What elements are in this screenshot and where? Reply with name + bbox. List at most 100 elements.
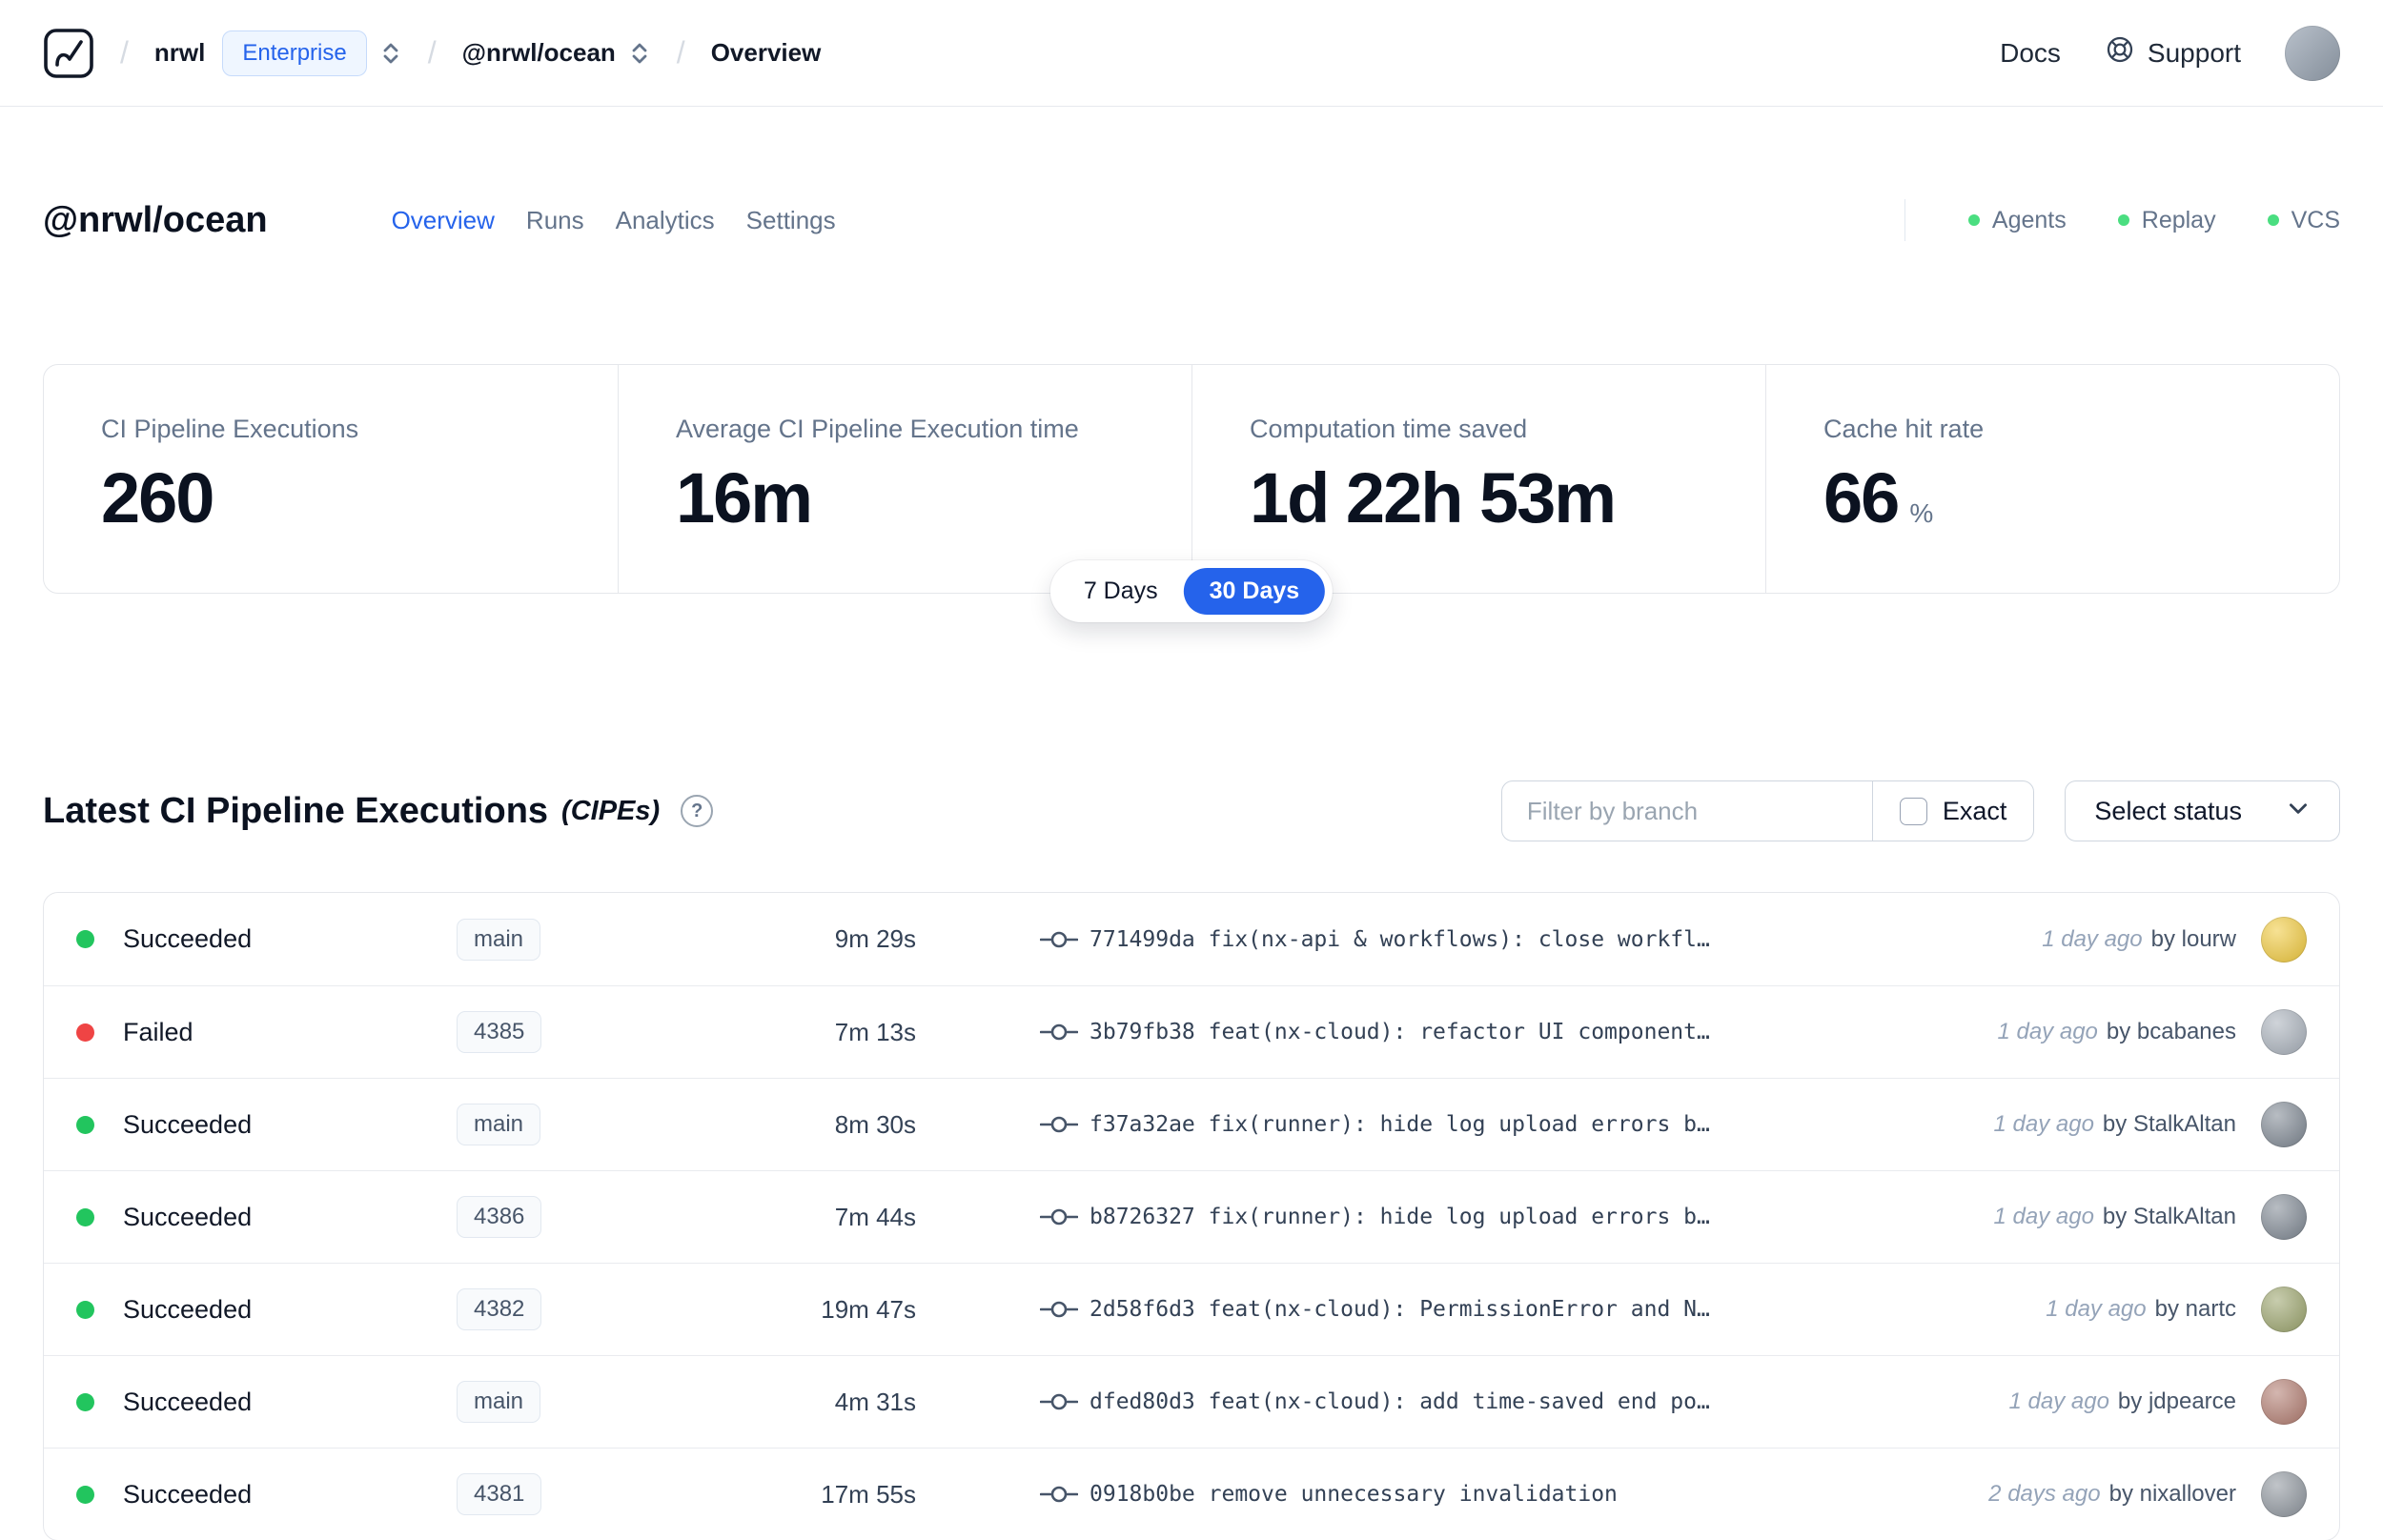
commit-message[interactable]: b8726327 fix(runner): hide log upload er… — [1090, 1205, 1971, 1229]
cipe-table: Succeeded main 9m 29s 771499da fix(nx-ap… — [43, 892, 2340, 1540]
workspace-tabs: Overview Runs Analytics Settings — [392, 206, 836, 235]
range-option-30-days[interactable]: 30 Days — [1183, 568, 1326, 615]
stat-card-average-execution-time: Average CI Pipeline Execution time 16m — [618, 365, 1192, 593]
avatar[interactable] — [2261, 1379, 2307, 1425]
integration-replay[interactable]: Replay — [2117, 206, 2216, 234]
avatar[interactable] — [2261, 1009, 2307, 1055]
table-row[interactable]: Succeeded main 8m 30s f37a32ae fix(runne… — [44, 1078, 2339, 1170]
table-row[interactable]: Succeeded 4382 19m 47s 2d58f6d3 feat(nx-… — [44, 1263, 2339, 1355]
branch-cell: 4386 — [457, 1196, 744, 1238]
stat-card-cache-hit-rate: Cache hit rate 66 % — [1765, 365, 2339, 593]
time-ago: 1 day ago — [1993, 1111, 2094, 1137]
cipe-status: Succeeded — [123, 1109, 253, 1139]
avatar[interactable] — [2261, 1471, 2307, 1517]
cipe-table-body: Succeeded main 9m 29s 771499da fix(nx-ap… — [44, 893, 2339, 1540]
breadcrumb-workspace[interactable]: @nrwl/ocean — [462, 38, 616, 68]
cipe-duration: 9m 29s — [834, 924, 916, 953]
author: by nartc — [2154, 1296, 2236, 1322]
navbar-right: Docs Support — [2000, 25, 2340, 81]
commit-message[interactable]: 3b79fb38 feat(nx-cloud): refactor UI com… — [1090, 1020, 1974, 1044]
stat-label: Average CI Pipeline Execution time — [676, 415, 1079, 443]
nx-cloud-logo-icon[interactable] — [43, 28, 94, 79]
stat-label: CI Pipeline Executions — [101, 415, 359, 443]
support-link[interactable]: Support — [2105, 34, 2241, 71]
tab-settings[interactable]: Settings — [746, 206, 836, 235]
author: by bcabanes — [2106, 1019, 2236, 1044]
table-row[interactable]: Succeeded 4381 17m 55s 0918b0be remove u… — [44, 1448, 2339, 1540]
git-commit-icon — [1040, 1113, 1078, 1136]
workspace-header: @nrwl/ocean Overview Runs Analytics Sett… — [0, 192, 2383, 248]
branch-badge[interactable]: main — [457, 1104, 541, 1145]
workspace-title: @nrwl/ocean — [43, 199, 268, 240]
lifebuoy-icon — [2105, 34, 2135, 71]
breadcrumb-separator: / — [120, 35, 129, 70]
cipes-heading-row: Latest CI Pipeline Executions (CIPEs) ? … — [0, 780, 2383, 842]
table-row[interactable]: Succeeded main 4m 31s dfed80d3 feat(nx-c… — [44, 1355, 2339, 1448]
workspace-switcher-chevrons-icon[interactable] — [628, 40, 651, 67]
table-row[interactable]: Failed 4385 7m 13s 3b79fb38 feat(nx-clou… — [44, 985, 2339, 1078]
branch-filter-input[interactable] — [1501, 781, 1872, 841]
commit-message[interactable]: 0918b0be remove unnecessary invalidation — [1090, 1482, 1965, 1507]
commit-hash: 771499da — [1090, 926, 1195, 952]
row-meta: 1 day ago by nartc — [2046, 1296, 2236, 1323]
breadcrumb-separator: / — [427, 35, 437, 70]
author: by StalkAltan — [2102, 1204, 2236, 1229]
exact-toggle[interactable]: Exact — [1871, 781, 2034, 841]
tab-runs[interactable]: Runs — [526, 206, 584, 235]
range-option-7-days[interactable]: 7 Days — [1058, 568, 1184, 615]
stat-value: 66 — [1823, 458, 1900, 537]
status-dot-icon — [1967, 214, 1980, 226]
org-switcher-chevrons-icon[interactable] — [379, 40, 402, 67]
commit-message[interactable]: dfed80d3 feat(nx-cloud): add time-saved … — [1090, 1389, 1986, 1414]
date-range-toggle: 7 Days 30 Days — [1049, 560, 1334, 622]
integration-agents[interactable]: Agents — [1967, 207, 2067, 234]
section-title: Latest CI Pipeline Executions — [43, 790, 549, 831]
table-row[interactable]: Succeeded main 9m 29s 771499da fix(nx-ap… — [44, 893, 2339, 985]
breadcrumb-separator: / — [676, 35, 685, 70]
tab-overview[interactable]: Overview — [392, 206, 495, 235]
breadcrumb-org[interactable]: nrwl — [154, 38, 205, 68]
table-row[interactable]: Succeeded 4386 7m 44s b8726327 fix(runne… — [44, 1170, 2339, 1263]
docs-link[interactable]: Docs — [2000, 38, 2061, 69]
tab-analytics[interactable]: Analytics — [616, 206, 715, 235]
enterprise-badge: Enterprise — [222, 30, 367, 76]
commit-hash: 2d58f6d3 — [1090, 1297, 1195, 1322]
branch-badge[interactable]: 4385 — [457, 1011, 542, 1053]
integration-vcs[interactable]: VCS — [2267, 207, 2340, 234]
avatar[interactable] — [2261, 1287, 2307, 1332]
help-icon[interactable]: ? — [681, 795, 714, 827]
git-commit-icon — [1040, 1206, 1078, 1228]
page: / nrwl Enterprise / @nrwl/ocean / Overvi… — [0, 0, 2383, 1540]
avatar[interactable] — [2261, 1194, 2307, 1240]
commit-message[interactable]: f37a32ae fix(runner): hide log upload er… — [1090, 1112, 1971, 1137]
branch-badge[interactable]: 4382 — [457, 1288, 542, 1330]
branch-badge[interactable]: 4386 — [457, 1196, 542, 1238]
user-avatar[interactable] — [2285, 25, 2340, 81]
branch-cell: 4382 — [457, 1288, 744, 1330]
commit-subject: fix(runner): hide log upload errors b… — [1208, 1205, 1710, 1229]
section-title-suffix: (CIPEs) — [561, 795, 661, 826]
chevron-down-icon — [2286, 796, 2311, 827]
commit-hash: f37a32ae — [1090, 1112, 1195, 1137]
time-ago: 1 day ago — [2046, 1296, 2147, 1322]
avatar[interactable] — [2261, 916, 2307, 962]
commit-message[interactable]: 2d58f6d3 feat(nx-cloud): PermissionError… — [1090, 1297, 2023, 1322]
branch-badge[interactable]: main — [457, 918, 541, 961]
author: by nixallover — [2108, 1481, 2236, 1507]
status-select[interactable]: Select status — [2065, 780, 2340, 841]
avatar[interactable] — [2261, 1102, 2307, 1147]
integration-label: Replay — [2141, 206, 2216, 233]
branch-badge[interactable]: 4381 — [457, 1473, 542, 1515]
status-dot-icon — [2267, 214, 2279, 226]
commit-message[interactable]: 771499da fix(nx-api & workflows): close … — [1090, 927, 2019, 952]
commit-hash: 3b79fb38 — [1090, 1020, 1195, 1044]
git-commit-icon — [1040, 928, 1078, 951]
commit-subject: feat(nx-cloud): refactor UI component… — [1208, 1020, 1710, 1044]
git-commit-icon — [1040, 1298, 1078, 1321]
git-commit-icon — [1040, 1390, 1078, 1413]
branch-badge[interactable]: main — [457, 1381, 541, 1423]
stat-value: 1d 22h 53m — [1250, 458, 1617, 537]
stat-value: 16m — [676, 458, 813, 537]
row-meta: 1 day ago by StalkAltan — [1994, 1204, 2237, 1230]
exact-checkbox[interactable] — [1899, 797, 1927, 825]
